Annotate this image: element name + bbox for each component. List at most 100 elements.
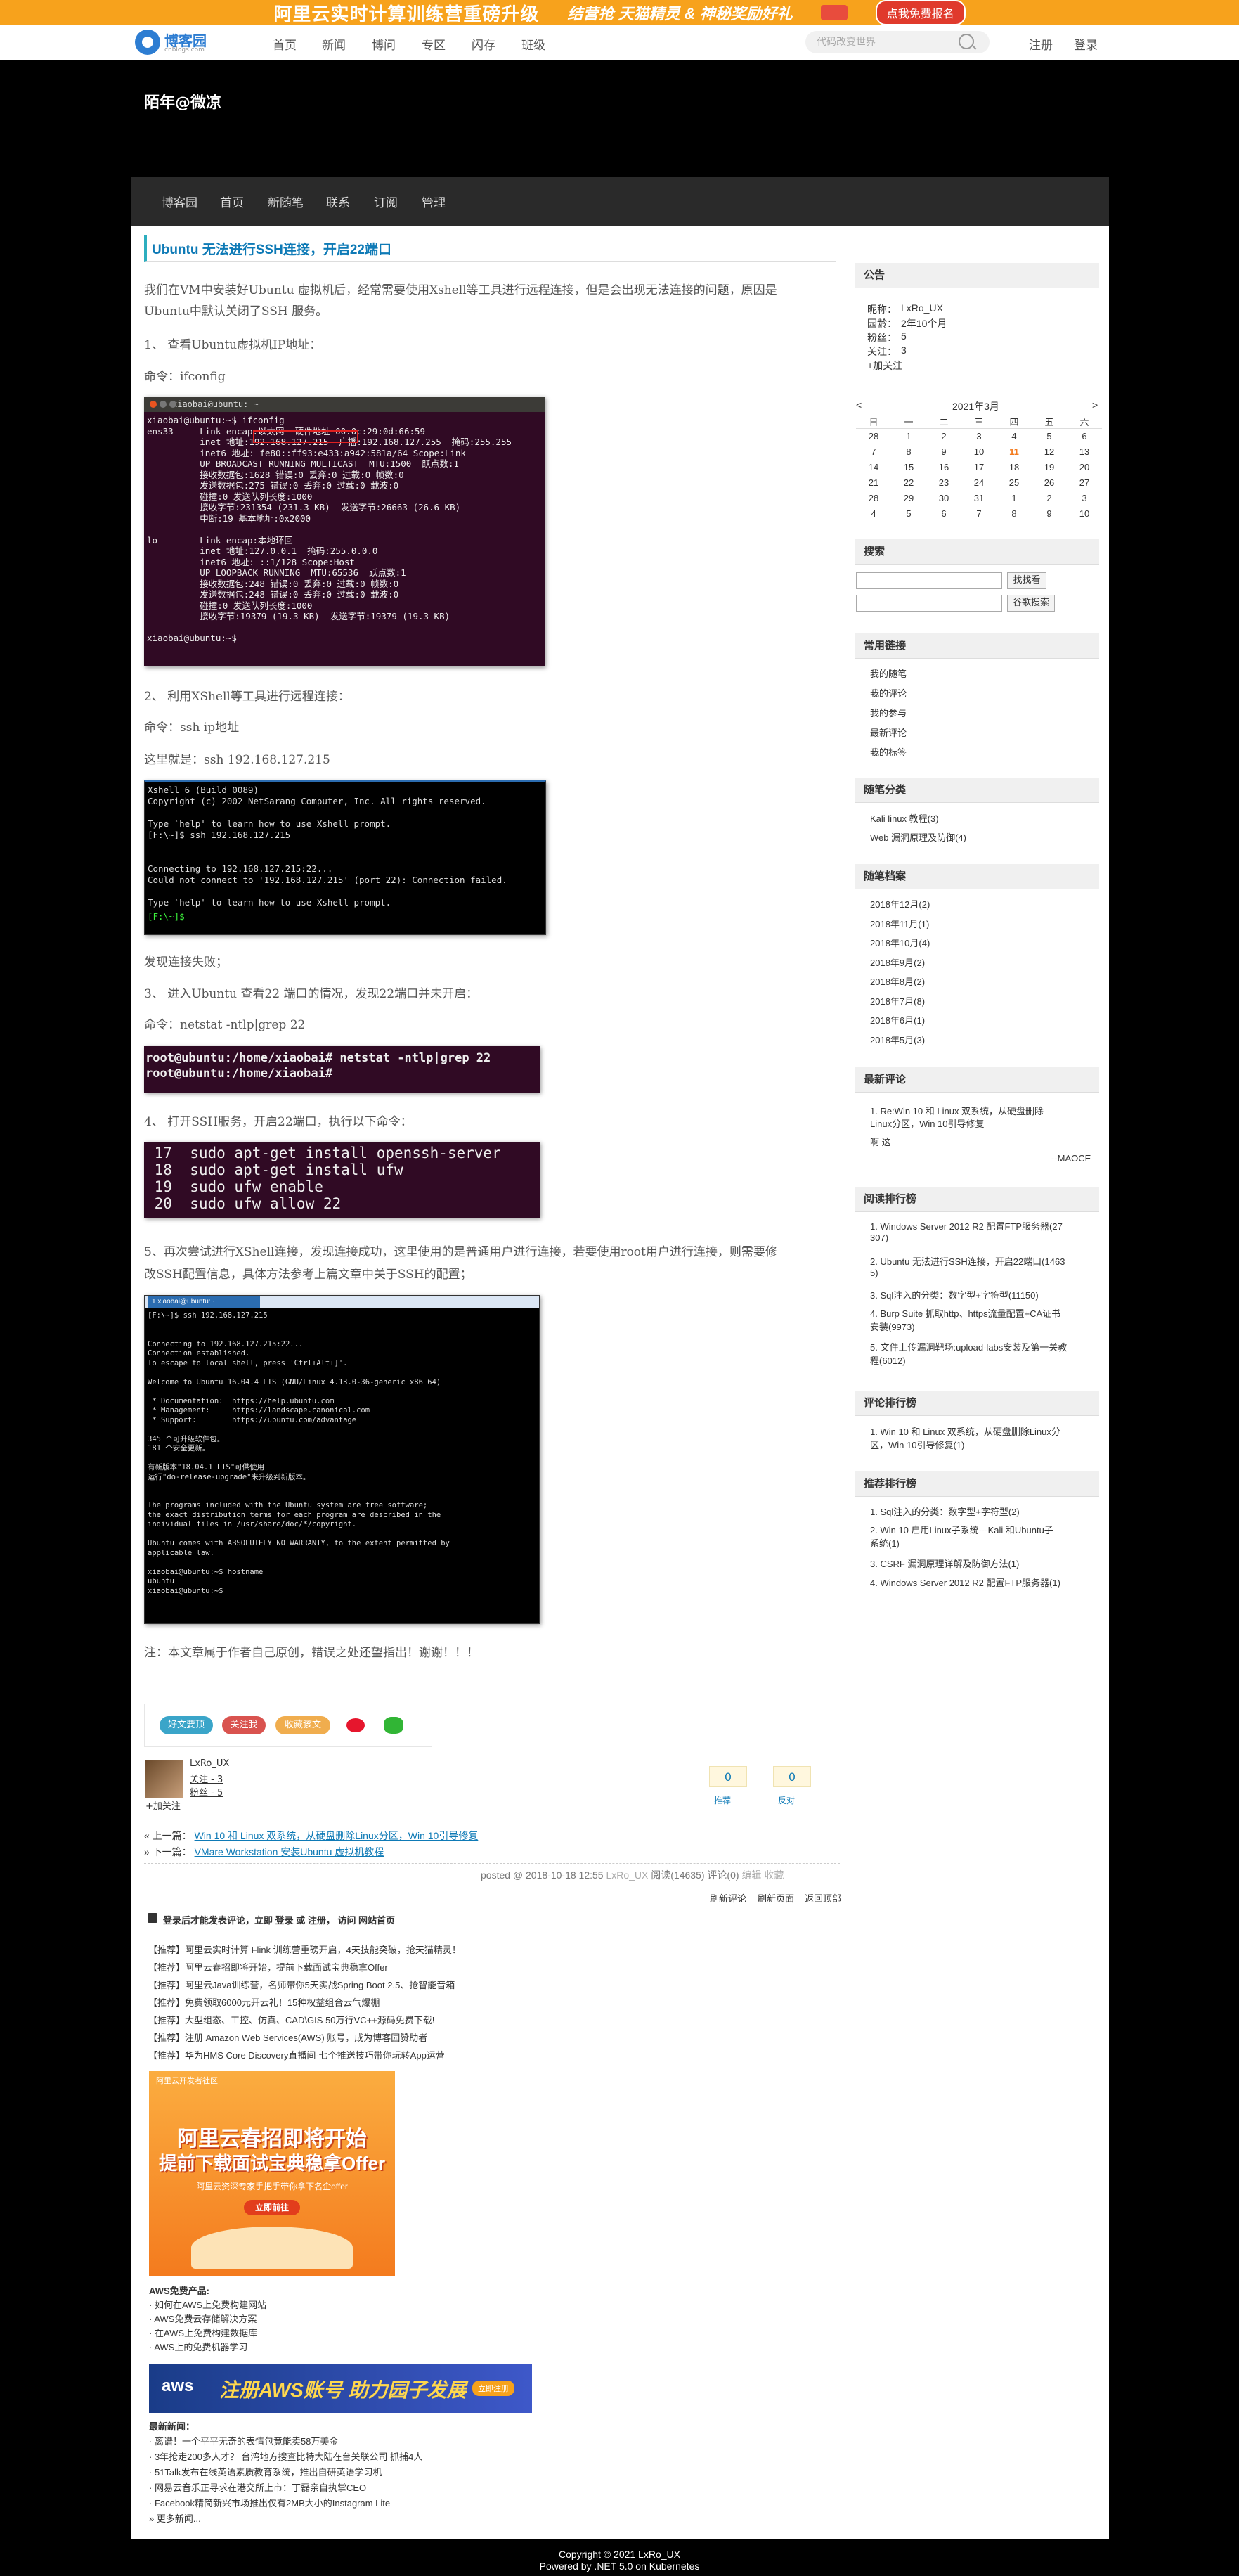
link-my-participation[interactable]: 我的参与 xyxy=(870,706,907,719)
calendar-day[interactable]: 6 xyxy=(1067,429,1102,444)
prev-post-link[interactable]: Win 10 和 Linux 双系统，从硬盘删除Linux分区，Win 10引导… xyxy=(195,1830,479,1841)
news-1[interactable]: · 离谱！一个平平无奇的表情包竟能卖58万美金 xyxy=(149,2434,338,2447)
calendar-next[interactable]: > xyxy=(1092,399,1098,411)
calendar-day[interactable]: 29 xyxy=(891,491,926,506)
post-comments[interactable]: 评论(0) xyxy=(707,1869,739,1881)
nav-home[interactable]: 首页 xyxy=(273,35,297,53)
link-my-comments[interactable]: 我的评论 xyxy=(870,686,907,700)
calendar-day[interactable]: 7 xyxy=(961,506,997,522)
calendar-day[interactable]: 6 xyxy=(926,506,961,522)
back-to-top-link[interactable]: 返回顶部 xyxy=(805,1891,841,1905)
recent-comment-title-2[interactable]: Linux分区，Win 10引导修复 xyxy=(870,1116,985,1130)
recommend-3[interactable]: 【推荐】阿里云Java训练营，名师带你5天实战Spring Boot 2.5、抢… xyxy=(148,1978,455,1991)
calendar-day[interactable]: 24 xyxy=(961,475,997,491)
sidebar-search-input[interactable] xyxy=(856,572,1002,589)
xshell-tab[interactable]: 1 xiaobai@ubuntu:~ xyxy=(148,1296,260,1308)
age-value[interactable]: 2年10个月 xyxy=(901,316,947,330)
news-2[interactable]: · 3年抢走200多人才？ 台湾地方搜查比特大陆在台关联公司 抓捕4人 xyxy=(149,2449,422,2463)
refresh-page-link[interactable]: 刷新页面 xyxy=(758,1891,794,1905)
blog-nav-subscribe[interactable]: 订阅 xyxy=(374,193,398,210)
find-button[interactable]: 找找看 xyxy=(1007,572,1046,589)
archive-item[interactable]: 2018年11月(1) xyxy=(870,917,929,930)
calendar-day[interactable]: 8 xyxy=(891,444,926,460)
aws-item-3[interactable]: · 在AWS上免费构建数据库 xyxy=(149,2326,257,2339)
author-add-follow[interactable]: +加关注 xyxy=(145,1798,181,1812)
read-rank-item[interactable]: 5. 文件上传漏洞靶场:upload-labs安装及第一关教 xyxy=(870,1340,1067,1353)
calendar-day[interactable]: 4 xyxy=(997,429,1032,444)
recommend-rank-item[interactable]: 4. Windows Server 2012 R2 配置FTP服务器(1) xyxy=(870,1576,1060,1589)
archive-item[interactable]: 2018年6月(1) xyxy=(870,1013,925,1026)
calendar-day[interactable]: 26 xyxy=(1032,475,1067,491)
read-rank-item[interactable]: 2. Ubuntu 无法进行SSH连接，开启22端口(1463 xyxy=(870,1254,1065,1268)
calendar-day[interactable]: 28 xyxy=(856,429,891,444)
recommend-rank-item[interactable]: 系统(1) xyxy=(870,1536,900,1550)
refresh-comments-link[interactable]: 刷新评论 xyxy=(710,1891,746,1905)
calendar-day[interactable]: 17 xyxy=(961,460,997,475)
recent-comment-author[interactable]: --MAOCE xyxy=(1051,1153,1091,1164)
read-rank-item[interactable]: 1. Windows Server 2012 R2 配置FTP服务器(27 xyxy=(870,1219,1063,1232)
nav-zone[interactable]: 专区 xyxy=(422,35,446,53)
author-name-link[interactable]: LxRo_UX xyxy=(190,1758,229,1769)
calendar-day[interactable]: 19 xyxy=(1032,460,1067,475)
aws-register-ad[interactable]: aws 注册AWS账号 助力园子发展 立即注册 xyxy=(149,2364,532,2413)
archive-item[interactable]: 2018年9月(2) xyxy=(870,955,925,969)
aws-item-2[interactable]: · AWS免费云存储解决方案 xyxy=(149,2312,257,2325)
read-rank-item[interactable]: 安装(9973) xyxy=(870,1320,915,1333)
weibo-icon[interactable] xyxy=(346,1718,365,1732)
post-title[interactable]: Ubuntu 无法进行SSH连接，开启22端口 xyxy=(152,239,391,258)
calendar-day[interactable]: 22 xyxy=(891,475,926,491)
calendar-day[interactable]: 1 xyxy=(891,429,926,444)
blog-nav-new-post[interactable]: 新随笔 xyxy=(268,193,304,210)
nav-ing[interactable]: 闪存 xyxy=(472,35,495,53)
ad-cta-button[interactable]: 点我免费报名 xyxy=(875,0,966,25)
google-search-button[interactable]: 谷歌搜索 xyxy=(1007,595,1055,612)
blog-nav-home[interactable]: 首页 xyxy=(220,193,244,210)
cnblogs-logo-icon[interactable] xyxy=(135,30,160,55)
blog-nav-contact[interactable]: 联系 xyxy=(326,193,350,210)
bury-label[interactable]: 反对 xyxy=(778,1794,795,1806)
calendar-day[interactable]: 21 xyxy=(856,475,891,491)
category-web[interactable]: Web 漏洞原理及防御(4) xyxy=(870,830,966,844)
aws-item-1[interactable]: · 如何在AWS上免费构建网站 xyxy=(149,2298,266,2311)
post-edit-link[interactable]: 编辑 xyxy=(741,1869,761,1881)
calendar-day[interactable]: 10 xyxy=(961,444,997,460)
link-my-posts[interactable]: 我的随笔 xyxy=(870,666,907,680)
calendar-day[interactable]: 3 xyxy=(1067,491,1102,506)
recommend-2[interactable]: 【推荐】阿里云春招即将开始，提前下载面试宝典稳拿Offer xyxy=(148,1960,388,1973)
calendar-day[interactable]: 10 xyxy=(1067,506,1102,522)
fans-value[interactable]: 5 xyxy=(901,330,907,342)
login-to-comment[interactable]: 登录后才能发表评论，立即 登录 或 注册， 访问 网站首页 xyxy=(163,1913,395,1926)
post-author-link[interactable]: LxRo_UX xyxy=(606,1869,648,1881)
calendar-day[interactable]: 4 xyxy=(856,506,891,522)
recommend-5[interactable]: 【推荐】大型组态、工控、仿真、CAD\GIS 50万行VC++源码免费下载! xyxy=(148,2013,434,2026)
nav-news[interactable]: 新闻 xyxy=(322,35,346,53)
calendar-day[interactable]: 2 xyxy=(1032,491,1067,506)
blog-nav-cnblogs[interactable]: 博客园 xyxy=(162,193,197,210)
link-my-tags[interactable]: 我的标签 xyxy=(870,745,907,759)
blog-title[interactable]: 陌年@微凉 xyxy=(144,90,221,112)
calendar-day[interactable]: 9 xyxy=(1032,506,1067,522)
more-news-link[interactable]: » 更多新闻... xyxy=(149,2511,201,2525)
author-follow-count[interactable]: 关注 - 3 xyxy=(190,1772,223,1785)
blog-nav-manage[interactable]: 管理 xyxy=(422,193,446,210)
wechat-icon[interactable] xyxy=(384,1717,403,1734)
news-5[interactable]: · Facebook精简新兴市场推出仅有2MB大小的Instagram Lite xyxy=(149,2496,390,2509)
calendar-day[interactable]: 16 xyxy=(926,460,961,475)
archive-item[interactable]: 2018年10月(4) xyxy=(870,936,930,949)
archive-item[interactable]: 2018年12月(2) xyxy=(870,897,930,910)
read-rank-item[interactable]: 307) xyxy=(870,1232,888,1243)
calendar-day[interactable]: 9 xyxy=(926,444,961,460)
digg-count[interactable]: 0 xyxy=(709,1766,747,1787)
category-kali[interactable]: Kali linux 教程(3) xyxy=(870,811,939,825)
recommend-6[interactable]: 【推荐】注册 Amazon Web Services(AWS) 账号，成为博客园… xyxy=(148,2030,427,2044)
calendar-day[interactable]: 20 xyxy=(1067,460,1102,475)
favorite-button[interactable]: 收藏该文 xyxy=(275,1716,330,1734)
calendar-day[interactable]: 25 xyxy=(997,475,1032,491)
read-rank-item[interactable]: 5) xyxy=(870,1268,878,1278)
login-link[interactable]: 登录 xyxy=(1074,35,1098,53)
calendar-day[interactable]: 1 xyxy=(997,491,1032,506)
calendar-day[interactable]: 11 xyxy=(997,444,1032,460)
calendar-day[interactable]: 23 xyxy=(926,475,961,491)
nickname-value[interactable]: LxRo_UX xyxy=(901,302,943,314)
recommend-4[interactable]: 【推荐】免费领取6000元开云礼！15种权益组合云气爆棚 xyxy=(148,1995,380,2009)
